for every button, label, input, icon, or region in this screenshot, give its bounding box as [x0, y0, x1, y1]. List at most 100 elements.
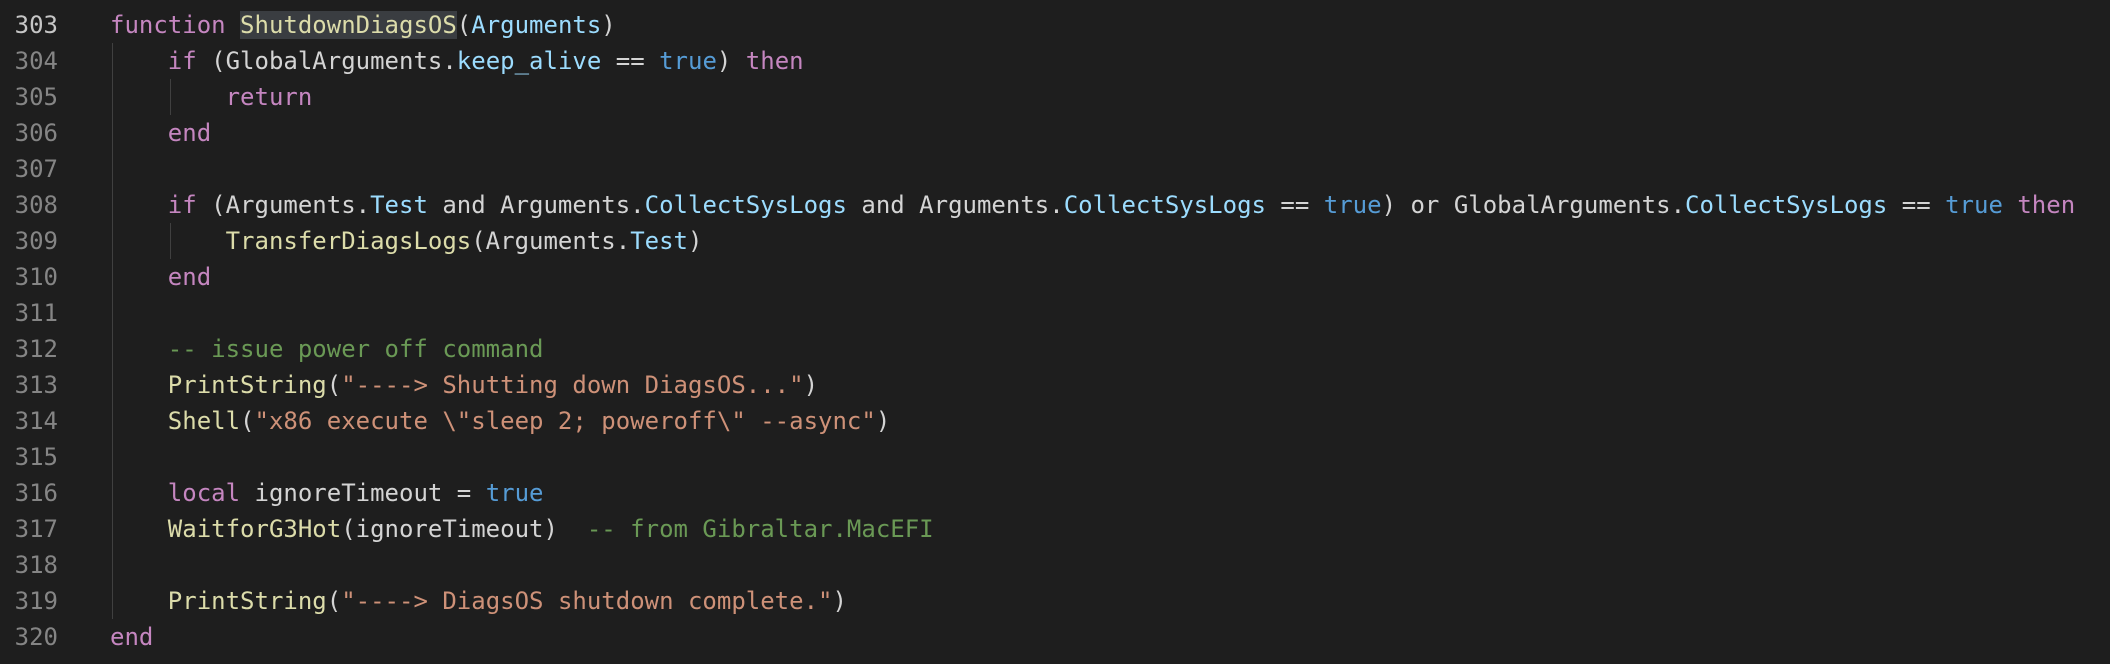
line-code[interactable]: -- issue power off command [168, 331, 544, 367]
line-code[interactable]: PrintString("----> Shutting down DiagsOS… [168, 367, 818, 403]
code-token: CollectSysLogs [644, 191, 847, 219]
code-token: "x86 execute \"sleep 2; poweroff\" --asy… [254, 407, 876, 435]
code-token: Arguments [471, 11, 602, 39]
indent-guide [169, 79, 171, 115]
code-line[interactable]: 318 [0, 547, 2110, 583]
code-token: (GlobalArguments. [196, 47, 457, 75]
code-token: if [167, 191, 197, 219]
code-line[interactable]: 314 Shell("x86 execute \"sleep 2; powerof… [0, 403, 2110, 439]
code-token: true [1323, 191, 1382, 219]
code-line[interactable]: 306 end [0, 115, 2110, 151]
code-token: CollectSysLogs [1063, 191, 1266, 219]
code-token: CollectSysLogs [1685, 191, 1888, 219]
line-code[interactable]: TransferDiagsLogs(Arguments.Test) [226, 223, 703, 259]
code-token: ) [687, 227, 703, 255]
code-line[interactable]: 304 if (GlobalArguments.keep_alive == tru… [0, 43, 2110, 79]
line-number: 305 [14, 83, 58, 111]
line-code[interactable]: WaitforG3Hot(ignoreTimeout) -- from Gibr… [168, 511, 934, 547]
code-line[interactable]: 320 end [0, 619, 2110, 655]
code-token: ( [326, 371, 342, 399]
code-token: end [110, 623, 154, 651]
code-line[interactable]: 309 TransferDiagsLogs(Arguments.Test) [0, 223, 2110, 259]
indent-guide [112, 43, 113, 619]
code-token: local [167, 479, 241, 507]
line-code[interactable]: local ignoreTimeout = true [168, 475, 544, 511]
code-token: ) [875, 407, 891, 435]
line-number: 319 [14, 587, 58, 615]
line-number: 309 [14, 227, 58, 255]
code-token: TransferDiagsLogs [225, 227, 472, 255]
code-line[interactable]: 311 [0, 295, 2110, 331]
code-line[interactable]: 316 local ignoreTimeout = true [0, 475, 2110, 511]
code-token: and Arguments. [427, 191, 645, 219]
code-token: Test [370, 191, 428, 219]
line-number: 311 [14, 299, 58, 327]
code-token: then [745, 47, 804, 75]
code-token: PrintString [167, 371, 327, 399]
code-line[interactable]: 315 [0, 439, 2110, 475]
code-token: ) [803, 371, 819, 399]
code-token: ) [601, 11, 616, 39]
line-number: 313 [14, 371, 58, 399]
line-number: 306 [14, 119, 58, 147]
code-token: then [2017, 191, 2076, 219]
line-code[interactable]: end [168, 115, 211, 151]
line-code[interactable]: if (Arguments.Test and Arguments.Collect… [168, 187, 2075, 223]
code-token: ) [832, 587, 847, 615]
line-number: 304 [14, 47, 58, 75]
code-token: if [167, 47, 197, 75]
code-token: Shell [167, 407, 241, 435]
line-code[interactable]: end [168, 259, 211, 295]
line-number: 314 [14, 407, 58, 435]
code-line[interactable]: 303 function ShutdownDiagsOS(Arguments) [0, 7, 2110, 43]
line-number: 315 [14, 443, 58, 471]
code-token: WaitforG3Hot [167, 515, 342, 543]
code-line[interactable]: 317 WaitforG3Hot(ignoreTimeout) -- from G… [0, 511, 2110, 547]
code-token: ( [456, 11, 472, 39]
code-line[interactable]: 313 PrintString("----> Shutting down Diag… [0, 367, 2110, 403]
code-token: "----> Shutting down DiagsOS..." [341, 371, 804, 399]
code-token: true [659, 47, 717, 75]
code-line[interactable]: 307 [0, 151, 2110, 187]
line-number: 316 [14, 479, 58, 507]
code-line[interactable]: 319 PrintString("----> DiagsOS shutdown c… [0, 583, 2110, 619]
code-line[interactable]: 305 return [0, 79, 2110, 115]
line-number: 318 [14, 551, 58, 579]
code-token: ignoreTimeout = [240, 479, 486, 507]
code-token: -- issue power off command [167, 335, 544, 363]
line-code[interactable]: return [226, 79, 313, 115]
code-line[interactable]: 310 end [0, 259, 2110, 295]
line-code[interactable]: if (GlobalArguments.keep_alive == true) … [168, 43, 804, 79]
code-token: and Arguments. [846, 191, 1064, 219]
code-token: end [167, 263, 212, 291]
line-number: 320 [14, 623, 58, 651]
code-token: -- from Gibraltar.MacEFI [586, 515, 934, 543]
line-code[interactable]: PrintString("----> DiagsOS shutdown comp… [168, 583, 847, 619]
line-number: 307 [14, 155, 58, 183]
code-token: ) [716, 47, 746, 75]
line-number: 310 [14, 263, 58, 291]
code-line[interactable]: 308 if (Arguments.Test and Arguments.Coll… [0, 187, 2110, 223]
code-token: Test [630, 227, 688, 255]
code-token: == [1265, 191, 1324, 219]
line-code[interactable]: function ShutdownDiagsOS(Arguments) [110, 7, 616, 43]
code-token: ) or GlobalArguments. [1381, 191, 1686, 219]
code-line[interactable]: 312 -- issue power off command [0, 331, 2110, 367]
code-token: (Arguments. [471, 227, 631, 255]
code-editor[interactable]: 303 function ShutdownDiagsOS(Arguments) 30… [0, 0, 2110, 664]
code-token: true [1945, 191, 2003, 219]
code-token: true [485, 479, 544, 507]
code-token: == [601, 47, 660, 75]
code-token: return [225, 83, 313, 111]
code-token: == [1887, 191, 1946, 219]
code-token: function [110, 11, 226, 39]
line-number: 317 [14, 515, 58, 543]
line-code[interactable]: Shell("x86 execute \"sleep 2; poweroff\"… [168, 403, 890, 439]
indent-guide [169, 223, 171, 259]
code-token: (Arguments. [196, 191, 371, 219]
code-token: ( [326, 587, 342, 615]
line-number: 312 [14, 335, 58, 363]
line-code[interactable]: end [110, 619, 153, 655]
